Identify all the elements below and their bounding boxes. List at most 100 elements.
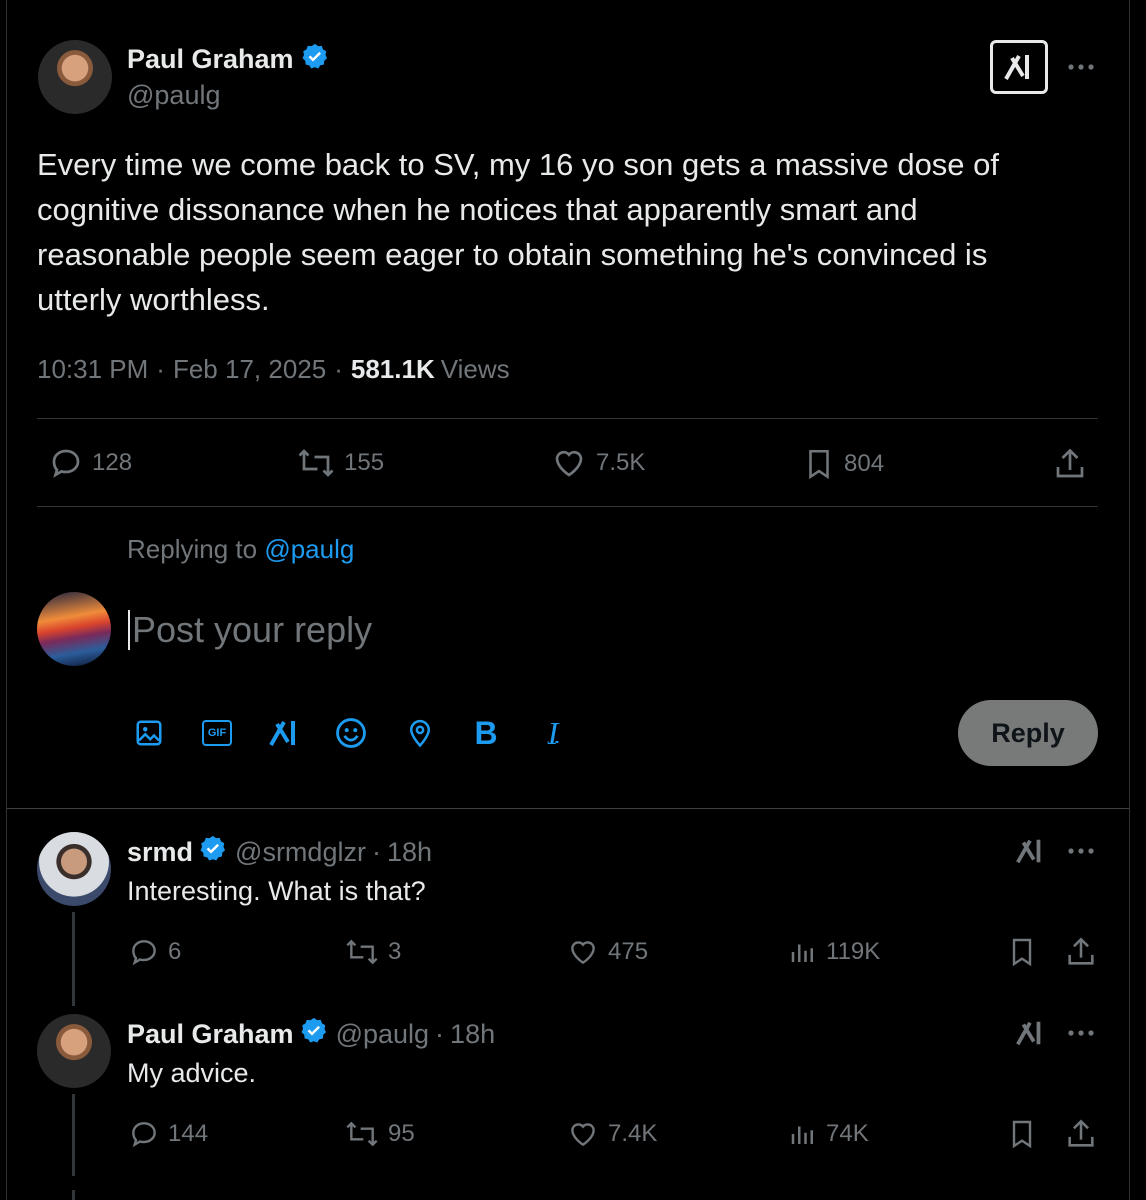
reply-time[interactable]: 18h	[387, 837, 432, 868]
grok-button[interactable]	[1012, 834, 1048, 868]
bookmark-action[interactable]	[1006, 1116, 1046, 1152]
reply-button[interactable]: Reply	[958, 700, 1098, 766]
more-options-button[interactable]	[1064, 836, 1098, 866]
post-text: Every time we come back to SV, my 16 yo …	[37, 147, 1000, 317]
share-action[interactable]	[1064, 934, 1106, 970]
repost-count: 155	[344, 449, 385, 476]
repost-icon	[346, 939, 378, 965]
reply-author-name[interactable]: Paul Graham	[127, 1019, 294, 1050]
views-action[interactable]: 74K	[788, 1118, 869, 1150]
gif-button[interactable]: GIF	[197, 713, 237, 753]
more-dots-icon	[1068, 1030, 1094, 1036]
views-action[interactable]: 119K	[788, 936, 880, 968]
bookmark-count: 804	[844, 450, 885, 477]
reply-handle[interactable]: @srmdglzr	[235, 837, 366, 868]
analytics-icon	[791, 1126, 813, 1144]
grok-button[interactable]	[1012, 1016, 1048, 1050]
bookmark-icon	[1012, 938, 1032, 967]
repost-count: 3	[388, 938, 402, 965]
thread-line	[72, 1190, 75, 1200]
post-time[interactable]: 10:31 PM	[37, 354, 148, 385]
bookmark-icon	[1012, 1120, 1032, 1149]
reply-action[interactable]: 144	[128, 1118, 208, 1150]
author-line: Paul Graham	[127, 42, 330, 77]
replying-to: Replying to @paulg	[127, 534, 354, 565]
post-meta: 10:31 PM · Feb 17, 2025 · 581.1K Views	[37, 354, 510, 385]
like-count: 7.4K	[608, 1120, 658, 1147]
bookmark-action[interactable]	[1006, 934, 1046, 970]
reply-icon	[132, 1122, 156, 1148]
share-icon	[1068, 937, 1094, 965]
replying-to-handle[interactable]: @paulg	[264, 534, 354, 564]
repost-action[interactable]: 3	[344, 936, 401, 968]
repost-action[interactable]: 95	[344, 1118, 415, 1150]
share-icon	[1068, 1119, 1094, 1147]
like-action[interactable]: 7.5K	[550, 445, 645, 481]
bookmark-icon	[809, 449, 829, 480]
replying-to-label: Replying to	[127, 534, 258, 564]
user-avatar[interactable]	[37, 592, 111, 666]
grok-icon	[269, 721, 295, 746]
views-count: 74K	[826, 1120, 869, 1147]
reply-icon	[52, 449, 80, 478]
grok-icon	[1016, 839, 1041, 864]
meta-separator: ·	[156, 354, 165, 384]
views-label: Views	[440, 354, 510, 384]
heart-icon	[571, 1123, 595, 1147]
reply-button-label: Reply	[991, 717, 1065, 748]
reply-avatar[interactable]	[37, 1014, 111, 1088]
image-icon	[136, 720, 162, 746]
reply-author-name[interactable]: srmd	[127, 837, 193, 868]
reply-icon	[132, 940, 156, 966]
italic-icon: I	[547, 714, 559, 751]
analytics-icon	[791, 944, 813, 962]
meta-separator: ·	[371, 837, 381, 867]
meta-separator: ·	[435, 1019, 445, 1049]
repost-action[interactable]: 155	[296, 445, 384, 481]
reply-text: Interesting. What is that?	[127, 876, 426, 906]
more-options-button[interactable]	[1064, 1018, 1098, 1048]
more-dots-icon	[1068, 64, 1094, 70]
reply-avatar[interactable]	[37, 832, 111, 906]
grok-icon	[1004, 55, 1029, 80]
heart-icon	[571, 941, 595, 965]
share-action[interactable]	[1064, 1116, 1106, 1152]
author-avatar[interactable]	[38, 40, 112, 114]
reply-count: 144	[168, 1120, 209, 1147]
share-action[interactable]	[1052, 445, 1096, 483]
reply-action[interactable]: 128	[48, 445, 132, 481]
divider	[37, 418, 1098, 419]
reply-time[interactable]: 18h	[450, 1019, 495, 1050]
emoji-button[interactable]	[331, 713, 371, 753]
like-action[interactable]: 7.4K	[566, 1118, 657, 1150]
grok-compose-button[interactable]	[264, 713, 304, 753]
divider	[37, 506, 1098, 507]
like-count: 7.5K	[596, 449, 646, 476]
author-handle[interactable]: @paulg	[127, 80, 220, 111]
verified-badge-icon	[198, 834, 228, 871]
reply-action[interactable]: 6	[128, 936, 181, 968]
like-count: 475	[608, 938, 649, 965]
grok-icon	[1016, 1021, 1041, 1046]
post-date[interactable]: Feb 17, 2025	[173, 354, 326, 385]
more-dots-icon	[1068, 848, 1094, 854]
reply-input[interactable]: Post your reply	[128, 602, 948, 658]
location-button[interactable]	[400, 713, 440, 753]
italic-button[interactable]: I	[533, 713, 573, 753]
bookmark-action[interactable]: 804	[802, 445, 884, 483]
grok-button[interactable]	[990, 40, 1048, 94]
thread-line	[72, 912, 75, 1006]
like-action[interactable]: 475	[566, 936, 648, 968]
gif-icon: GIF	[202, 720, 232, 746]
bold-button[interactable]: B	[466, 713, 506, 753]
gif-label: GIF	[207, 727, 227, 739]
text-cursor	[128, 610, 130, 650]
reply-handle[interactable]: @paulg	[336, 1019, 429, 1050]
meta-separator: ·	[334, 354, 343, 384]
heart-icon	[555, 450, 583, 477]
author-name[interactable]: Paul Graham	[127, 44, 294, 75]
verified-badge-icon	[299, 1016, 329, 1053]
media-button[interactable]	[129, 713, 169, 753]
reply-text: My advice.	[127, 1058, 257, 1088]
more-options-button[interactable]	[1064, 52, 1098, 82]
